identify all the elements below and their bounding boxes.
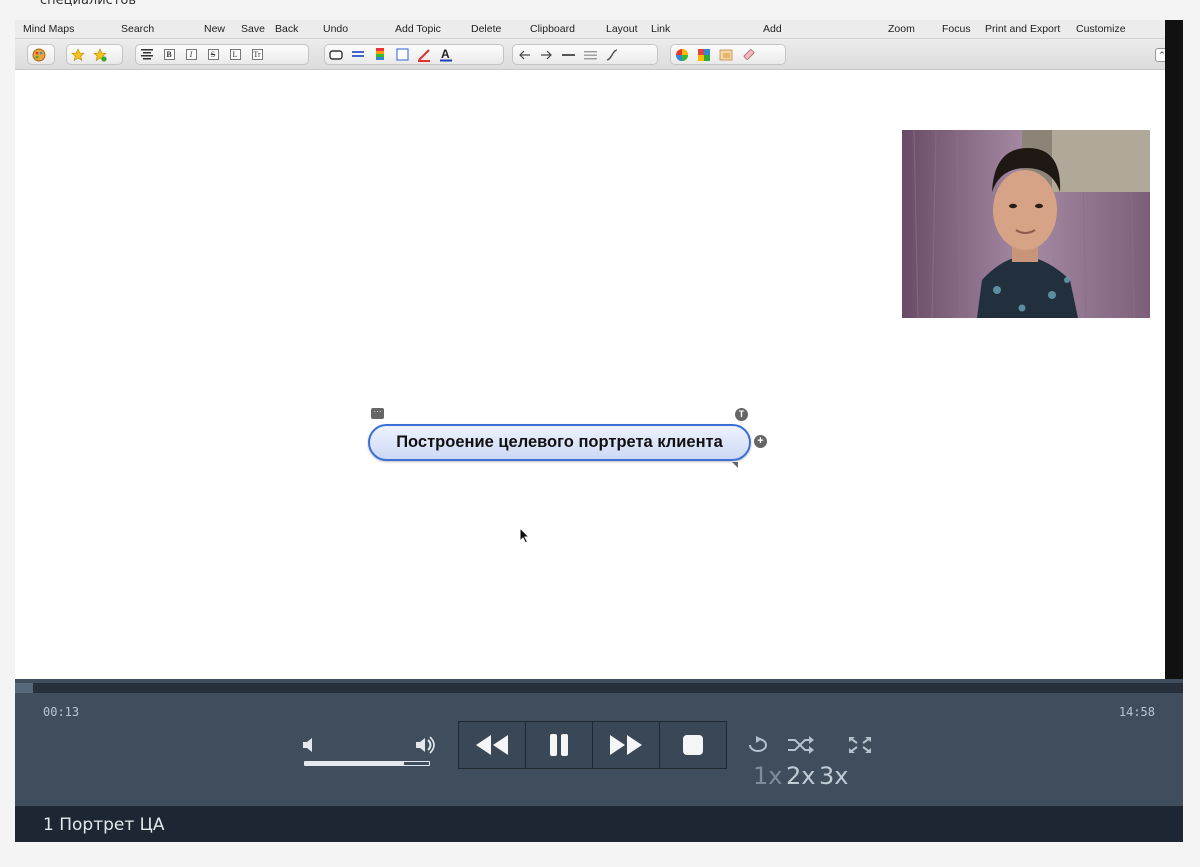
volume-slider-fill xyxy=(305,762,405,765)
menu-save[interactable]: Save xyxy=(241,23,265,35)
toolbar-group-stars xyxy=(66,44,123,65)
align-center-icon[interactable] xyxy=(136,45,158,64)
pause-button[interactable] xyxy=(526,722,593,768)
menu-customize[interactable]: Customize xyxy=(1076,23,1126,35)
toolbar-group-style: A xyxy=(324,44,504,65)
line-style-icon[interactable] xyxy=(347,45,369,64)
menu-zoom[interactable]: Zoom xyxy=(888,23,915,35)
menu-clipboard[interactable]: Clipboard xyxy=(530,23,575,35)
toolbar-group-text: B I S L Tr xyxy=(135,44,309,65)
volume-slider[interactable] xyxy=(304,761,430,766)
star-icon[interactable] xyxy=(67,45,89,64)
rewind-button[interactable] xyxy=(459,722,526,768)
volume-low-icon[interactable] xyxy=(302,737,316,758)
case-icon[interactable]: L xyxy=(224,45,246,64)
arrow-left-icon[interactable] xyxy=(513,45,535,64)
star-plus-icon[interactable] xyxy=(89,45,111,64)
menu-delete[interactable]: Delete xyxy=(471,23,501,35)
central-topic[interactable]: Построение целевого портрета клиента xyxy=(368,424,751,461)
fullscreen-icon[interactable] xyxy=(848,736,872,759)
speed-1x-button[interactable]: 1x xyxy=(753,762,782,790)
font-color-icon[interactable]: A xyxy=(435,45,457,64)
total-time: 14:58 xyxy=(1118,705,1155,719)
app-toolbar: B I S L Tr A ⌃ xyxy=(15,39,1183,70)
seek-bar-fill xyxy=(15,683,33,693)
toolbar-group-theme xyxy=(27,44,55,65)
toolbar-group-connectors xyxy=(512,44,658,65)
toolbar-group-insert xyxy=(670,44,786,65)
cut-off-heading: специалистов xyxy=(40,0,137,8)
picture-icon[interactable] xyxy=(715,45,737,64)
mindmap-canvas[interactable]: ··· T Построение целевого портрета клиен… xyxy=(15,71,1165,679)
image-icon[interactable] xyxy=(693,45,715,64)
menu-print-export[interactable]: Print and Export xyxy=(985,23,1060,35)
fast-forward-button[interactable] xyxy=(593,722,660,768)
fast-forward-icon xyxy=(610,735,642,755)
menu-add-topic[interactable]: Add Topic xyxy=(395,23,441,35)
webcam-overlay xyxy=(902,130,1150,318)
menu-link[interactable]: Link xyxy=(651,23,670,35)
text-handle-icon[interactable]: T xyxy=(735,408,748,421)
repeat-icon[interactable] xyxy=(745,736,775,759)
svg-text:A: A xyxy=(441,47,450,61)
speed-3x-button[interactable]: 3x xyxy=(819,762,848,790)
playlist-bar: 1 Портрет ЦА xyxy=(15,806,1183,842)
shape-icon[interactable] xyxy=(325,45,347,64)
menu-new[interactable]: New xyxy=(204,23,225,35)
mouse-cursor-icon xyxy=(519,526,531,549)
color-wheel-icon[interactable] xyxy=(671,45,693,64)
playlist-item[interactable]: 1 Портрет ЦА xyxy=(43,815,164,835)
menu-search[interactable]: Search xyxy=(121,23,154,35)
app-menubar: Mind Maps Search New Save Back Undo Add … xyxy=(15,20,1183,39)
line-icon[interactable] xyxy=(557,45,579,64)
arrow-right-icon[interactable] xyxy=(535,45,557,64)
menu-back[interactable]: Back xyxy=(275,23,298,35)
pen-color-icon[interactable] xyxy=(413,45,435,64)
video-player-controls: 00:13 14:58 1x 2x 3x xyxy=(15,679,1183,806)
menu-add[interactable]: Add xyxy=(763,23,782,35)
menu-undo[interactable]: Undo xyxy=(323,23,348,35)
palette-icon[interactable] xyxy=(28,45,50,64)
curve-icon[interactable] xyxy=(601,45,623,64)
volume-high-icon[interactable] xyxy=(415,736,437,759)
right-black-edge xyxy=(1165,20,1183,680)
strikethrough-icon[interactable]: S xyxy=(202,45,224,64)
stop-icon xyxy=(683,735,703,755)
pause-icon xyxy=(550,734,568,756)
add-subtopic-icon[interactable]: + xyxy=(754,435,767,448)
resize-handle-icon[interactable] xyxy=(732,462,738,468)
italic-icon[interactable]: I xyxy=(180,45,202,64)
rewind-icon xyxy=(476,735,508,755)
menu-mind-maps[interactable]: Mind Maps xyxy=(23,23,74,35)
stop-button[interactable] xyxy=(660,722,726,768)
bold-icon[interactable]: B xyxy=(158,45,180,64)
color-bars-icon[interactable] xyxy=(369,45,391,64)
seek-bar[interactable] xyxy=(15,683,1183,693)
fill-icon[interactable] xyxy=(391,45,413,64)
playback-controls xyxy=(458,721,727,769)
current-time: 00:13 xyxy=(43,705,80,719)
speed-2x-button[interactable]: 2x xyxy=(786,762,815,790)
eraser-icon[interactable] xyxy=(737,45,759,64)
shuffle-icon[interactable] xyxy=(787,736,815,759)
text-size-icon[interactable]: Tr xyxy=(246,45,268,64)
menu-focus[interactable]: Focus xyxy=(942,23,971,35)
note-handle-icon[interactable]: ··· xyxy=(371,408,384,419)
video-frame[interactable]: Mind Maps Search New Save Back Undo Add … xyxy=(15,20,1183,842)
menu-layout[interactable]: Layout xyxy=(606,23,638,35)
lines-icon[interactable] xyxy=(579,45,601,64)
